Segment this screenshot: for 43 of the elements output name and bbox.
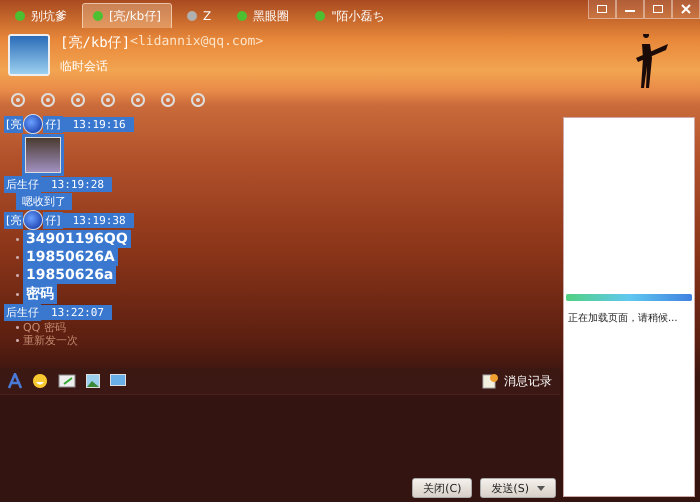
sender-name: 后生仔 bbox=[4, 304, 41, 321]
chat-tab[interactable]: 黑眼圈 bbox=[226, 3, 300, 28]
font-icon[interactable] bbox=[8, 373, 22, 389]
message-text: QQ 密码 bbox=[23, 321, 66, 334]
chat-tab[interactable]: Z bbox=[176, 3, 222, 28]
contact-email: <lidannix@qq.com> bbox=[130, 34, 264, 51]
close-icon[interactable] bbox=[672, 0, 700, 19]
loading-text: 正在加载页面，请稍候... bbox=[567, 312, 679, 326]
caret-icon[interactable] bbox=[537, 486, 545, 490]
sender-name: 仔] bbox=[43, 116, 63, 132]
message-text: 34901196QQ bbox=[23, 230, 131, 248]
message-text: 19850626A bbox=[23, 248, 118, 266]
message-history-link[interactable]: 消息记录 bbox=[504, 372, 552, 390]
chat-tab[interactable]: "陌小磊ち bbox=[304, 3, 396, 28]
sender-name: 仔] bbox=[43, 212, 63, 228]
message-time: 13:19:16 bbox=[62, 116, 134, 132]
message-text: 嗯收到了 bbox=[16, 193, 72, 210]
message-text: 重新发一次 bbox=[23, 334, 78, 347]
minimize-icon[interactable] bbox=[616, 0, 644, 19]
chat-history-icon[interactable] bbox=[482, 373, 498, 389]
contact-avatar bbox=[8, 34, 50, 76]
sender-name: [亮 bbox=[4, 116, 24, 132]
maximize-icon[interactable] bbox=[644, 0, 672, 19]
globe-avatar-icon bbox=[23, 210, 44, 230]
globe-avatar-icon bbox=[23, 114, 44, 134]
contact-name: [亮/kb仔] bbox=[60, 34, 130, 52]
screenshot-icon[interactable] bbox=[58, 374, 76, 388]
message-time: 13:22:07 bbox=[41, 305, 112, 320]
sender-name: 后生仔 bbox=[4, 176, 41, 193]
chat-tab[interactable]: 别坑爹 bbox=[4, 3, 78, 28]
chat-tab[interactable]: [亮/kb仔] bbox=[82, 3, 172, 28]
picture-icon[interactable] bbox=[86, 374, 100, 388]
session-type: 临时会话 bbox=[60, 58, 109, 75]
smiley-icon[interactable] bbox=[32, 373, 48, 389]
image-thumbnail[interactable] bbox=[22, 134, 64, 176]
monitor-icon[interactable] bbox=[110, 374, 126, 388]
close-button[interactable]: 关闭(C) bbox=[412, 478, 472, 498]
message-time: 13:19:28 bbox=[41, 177, 112, 192]
message-text: 密码 bbox=[23, 284, 57, 304]
message-time: 13:19:38 bbox=[62, 212, 134, 228]
sender-name: [亮 bbox=[4, 212, 24, 228]
message-text: 19850626a bbox=[23, 266, 116, 284]
send-button[interactable]: 发送(S) bbox=[480, 478, 556, 498]
